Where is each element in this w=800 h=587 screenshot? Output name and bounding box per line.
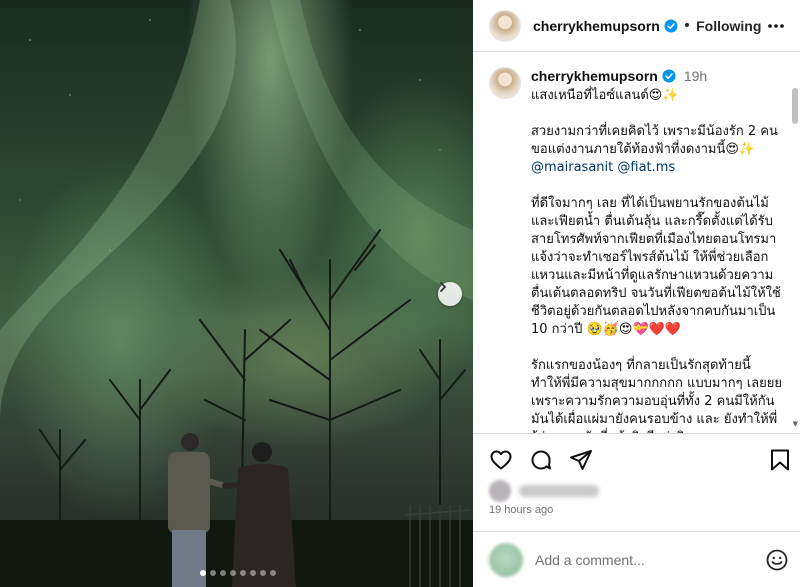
current-user-avatar bbox=[489, 543, 523, 577]
aurora-scene-illustration bbox=[0, 0, 473, 587]
caption-paragraph-1: สวยงามกว่าที่เคยคิดไว้ เพราะมีน้องรัก 2 … bbox=[531, 123, 784, 177]
scroll-down-arrow-icon[interactable]: ▼ bbox=[793, 420, 798, 428]
caption-paragraph-3: รักแรกของน้องๆ ที่กลายเป็นรักสุดท้ายนี้ … bbox=[531, 358, 782, 433]
author-username[interactable]: cherrykhemupsorn bbox=[533, 18, 660, 34]
comment-input[interactable] bbox=[535, 552, 745, 568]
caption-header: cherrykhemupsorn 19h แสงเหนือที่ไอซ์แลนด… bbox=[489, 67, 784, 433]
caption-username[interactable]: cherrykhemupsorn bbox=[531, 67, 658, 85]
heart-icon[interactable] bbox=[489, 448, 513, 472]
posted-time[interactable]: 19 hours ago bbox=[489, 504, 553, 516]
carousel-next-button[interactable] bbox=[438, 282, 462, 306]
caption-user-line: cherrykhemupsorn 19h bbox=[531, 67, 784, 85]
chevron-right-icon bbox=[440, 282, 446, 292]
carousel-dot bbox=[260, 570, 266, 576]
comment-icon[interactable] bbox=[529, 448, 553, 472]
carousel-dot bbox=[240, 570, 246, 576]
carousel-indicator bbox=[200, 570, 276, 576]
comment-bar bbox=[489, 542, 789, 578]
caption-scroll-area[interactable]: cherrykhemupsorn 19h แสงเหนือที่ไอซ์แลนด… bbox=[473, 53, 800, 433]
verified-badge-icon bbox=[664, 19, 678, 32]
verified-badge-icon bbox=[662, 69, 676, 83]
send-icon[interactable] bbox=[569, 448, 593, 472]
carousel-dot bbox=[210, 570, 216, 576]
caption-paragraph-2: ที่ดีใจมากๆ เลย ที่ได้เป็นพยานรักของต้นไ… bbox=[531, 196, 781, 337]
caption-body: cherrykhemupsorn 19h แสงเหนือที่ไอซ์แลนด… bbox=[531, 67, 784, 433]
more-horizontal-icon[interactable] bbox=[766, 16, 786, 36]
header-separator: • bbox=[682, 17, 692, 34]
bookmark-icon[interactable] bbox=[769, 448, 791, 472]
caption-title: แสงเหนือที่ไอซ์แลนด์😍✨ bbox=[531, 88, 679, 103]
carousel-dot bbox=[200, 570, 206, 576]
mention-link[interactable]: @fiat.ms bbox=[617, 160, 675, 175]
carousel-dot bbox=[270, 570, 276, 576]
post-photo[interactable] bbox=[0, 0, 473, 587]
post-header: cherrykhemupsorn • Following bbox=[473, 0, 800, 52]
post-actions-bar bbox=[489, 448, 789, 474]
caption-paragraph-1-text: สวยงามกว่าที่เคยคิดไว้ เพราะมีน้องรัก 2 … bbox=[531, 124, 782, 157]
carousel-dot bbox=[230, 570, 236, 576]
divider bbox=[473, 531, 800, 532]
liked-by-row[interactable] bbox=[489, 480, 599, 502]
caption-author-avatar[interactable] bbox=[489, 67, 521, 99]
following-button[interactable]: Following bbox=[696, 18, 761, 34]
liker-avatar[interactable] bbox=[489, 480, 511, 502]
carousel-dot bbox=[220, 570, 226, 576]
scrollbar-thumb[interactable] bbox=[792, 88, 798, 124]
divider bbox=[473, 433, 800, 434]
carousel-dot bbox=[250, 570, 256, 576]
smile-emoji-icon[interactable] bbox=[765, 548, 789, 572]
liked-by-text-blurred bbox=[519, 485, 599, 497]
caption-time[interactable]: 19h bbox=[684, 67, 707, 85]
mention-link[interactable]: @mairasanit bbox=[531, 160, 613, 175]
person-woman bbox=[222, 442, 296, 587]
author-avatar[interactable] bbox=[489, 9, 521, 42]
post-details-panel: cherrykhemupsorn • Following cherrykhemu… bbox=[473, 0, 800, 587]
caption-scrollbar[interactable]: ▼ bbox=[792, 88, 798, 428]
